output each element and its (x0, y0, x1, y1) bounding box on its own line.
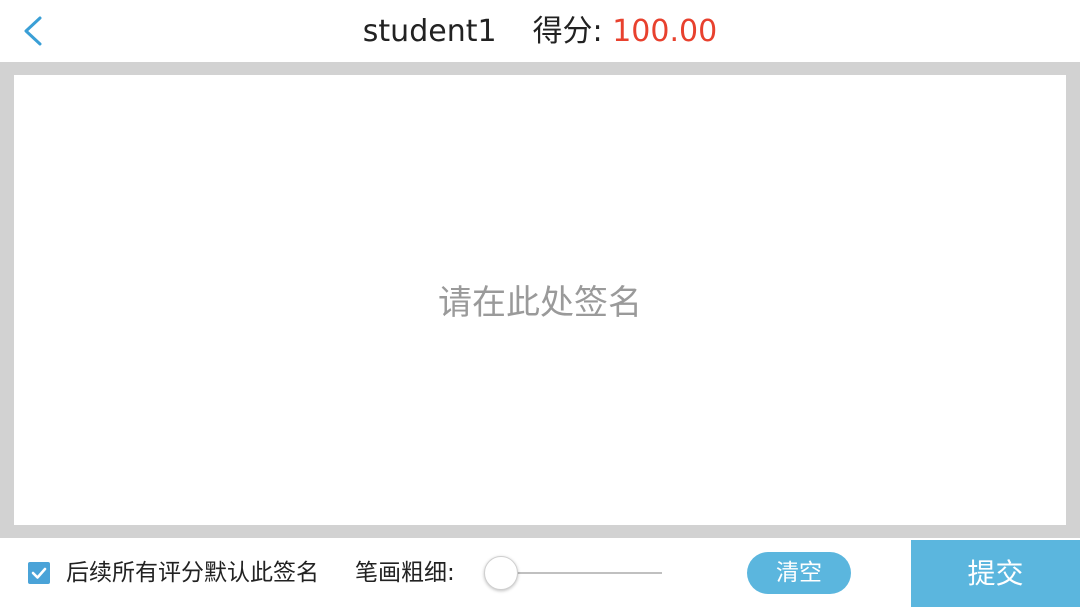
student-name: student1 (362, 14, 497, 49)
checkmark-icon (31, 567, 47, 579)
signature-placeholder: 请在此处签名 (438, 283, 642, 323)
default-signature-label: 后续所有评分默认此签名 (66, 560, 319, 586)
score-value: 100.00 (612, 14, 718, 49)
score-label: 得分: (532, 14, 603, 49)
slider-thumb[interactable] (484, 556, 518, 590)
slider-track (502, 572, 662, 574)
page-title: student1 得分: 100.00 (0, 12, 1080, 52)
default-signature-checkbox[interactable] (28, 562, 50, 584)
stroke-width-slider[interactable] (484, 556, 662, 590)
submit-button[interactable]: 提交 (911, 540, 1080, 607)
stroke-width-label: 笔画粗细: (355, 560, 455, 586)
signature-frame: 请在此处签名 (0, 62, 1080, 538)
signature-pad[interactable]: 请在此处签名 (14, 75, 1066, 525)
clear-button[interactable]: 清空 (747, 552, 851, 594)
top-bar: student1 得分: 100.00 (0, 0, 1080, 62)
bottom-bar: 后续所有评分默认此签名 笔画粗细: 清空 提交 (0, 538, 1080, 607)
